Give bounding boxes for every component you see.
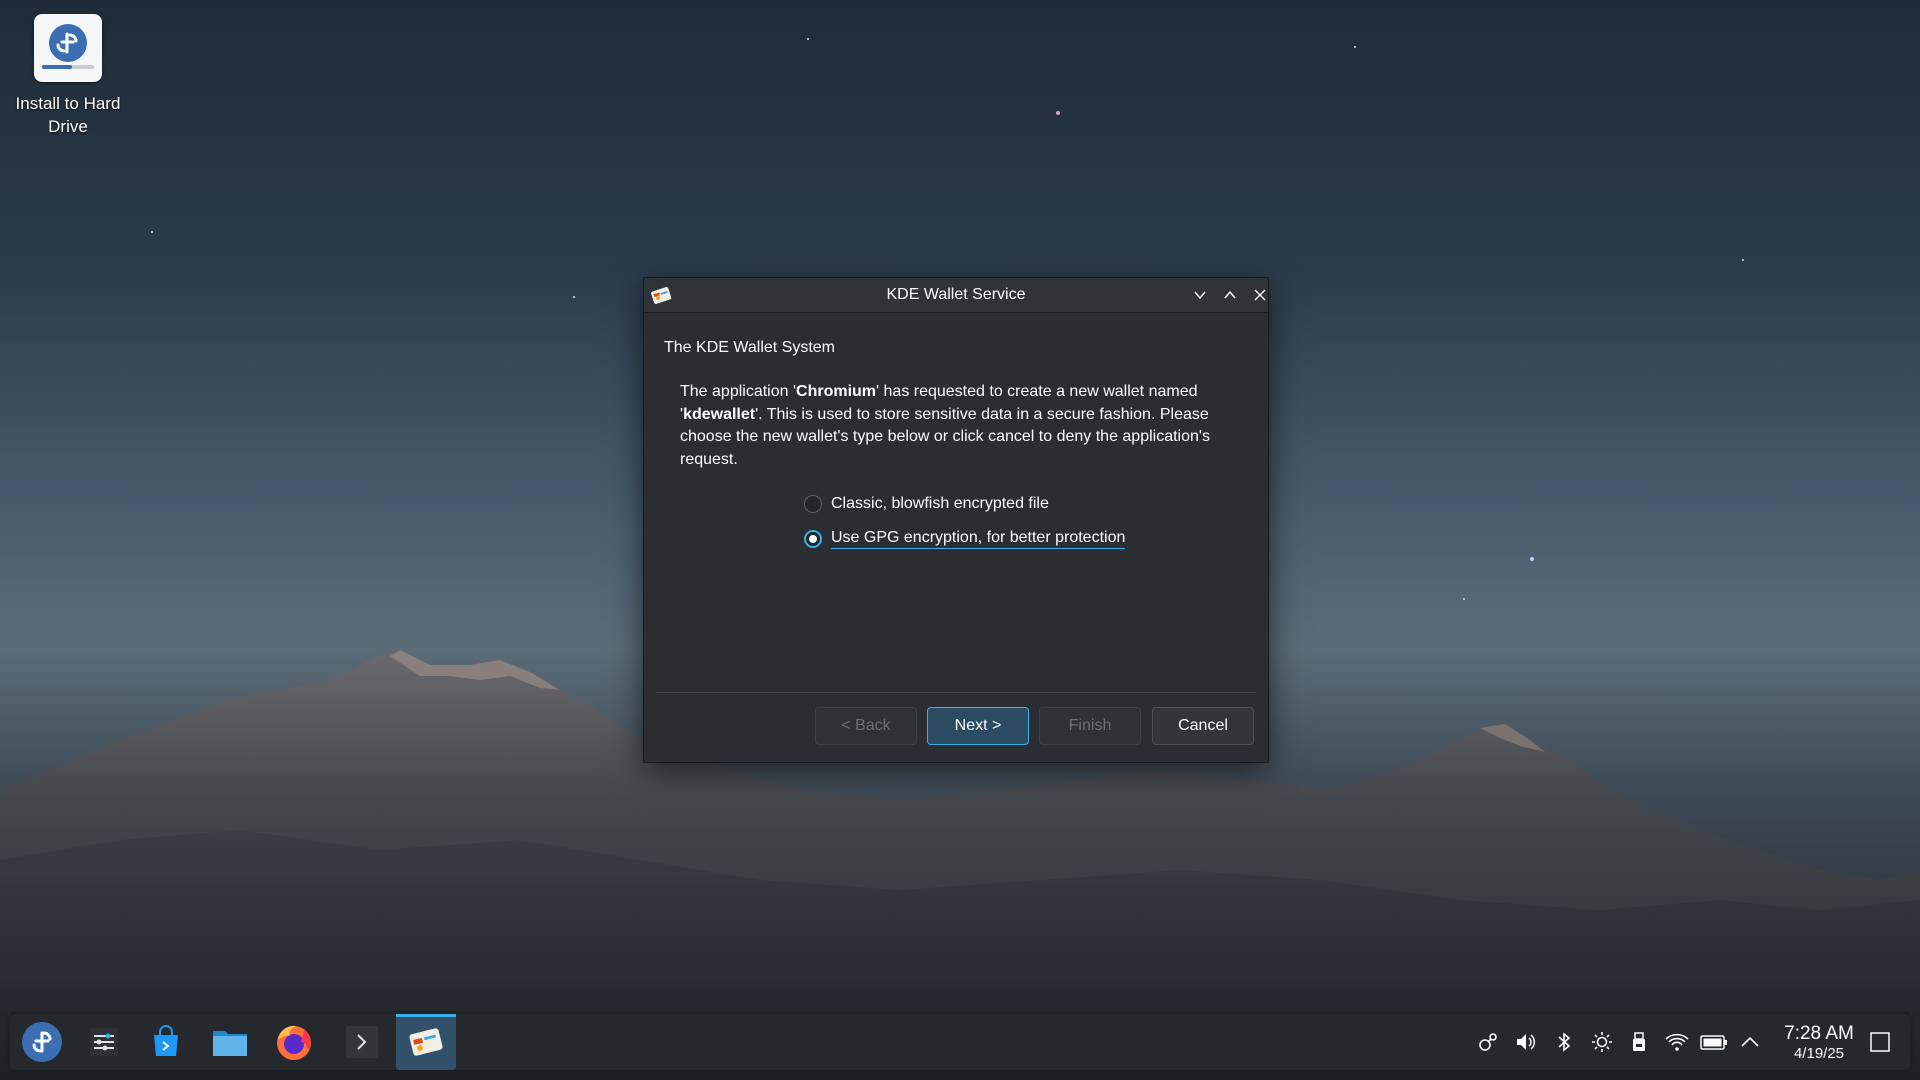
tray-volume[interactable]	[1512, 1028, 1540, 1056]
dialog-content: The KDE Wallet System The application 'C…	[664, 312, 1248, 549]
digital-clock[interactable]: 7:28 AM 4/19/25	[1770, 1023, 1868, 1062]
minimize-button[interactable]	[1190, 285, 1210, 305]
close-icon	[1254, 289, 1266, 301]
fedora-installer-icon	[34, 14, 102, 82]
wallet-type-options: Classic, blowfish encrypted file Use GPG…	[804, 492, 1126, 562]
app-name: Chromium	[796, 383, 877, 400]
task-konsole[interactable]	[332, 1014, 392, 1070]
tray-brightness[interactable]	[1588, 1028, 1616, 1056]
battery-icon	[1700, 1035, 1727, 1050]
kwallet-icon	[409, 1028, 443, 1056]
kde-connect-icon	[1479, 1033, 1497, 1051]
desktop-icon-label: Install to Hard Drive	[15, 94, 121, 136]
wifi-icon	[1665, 1033, 1689, 1051]
bluetooth-icon	[1558, 1032, 1571, 1052]
system-settings-icon	[90, 1028, 118, 1056]
clock-date: 4/19/25	[1793, 1045, 1845, 1062]
taskbar-panel: 7:28 AM 4/19/25	[10, 1014, 1910, 1070]
kde-wallet-dialog: KDE Wallet Service The KDE Wallet System…	[643, 277, 1269, 763]
clock-time: 7:28 AM	[1784, 1023, 1854, 1044]
tray-usb-drive[interactable]	[1625, 1028, 1653, 1056]
button-separator	[656, 692, 1256, 693]
desktop-icon-install[interactable]: Install to Hard Drive	[10, 14, 126, 138]
desktop: Install to Hard Drive KDE Wallet Service	[0, 0, 1920, 1080]
tray-wifi[interactable]	[1663, 1028, 1691, 1056]
task-system-settings[interactable]	[74, 1014, 134, 1070]
brightness-icon	[1592, 1032, 1612, 1052]
message-text: '. This is used to store sensitive data …	[680, 405, 1210, 468]
peek-desktop-button[interactable]	[1866, 1028, 1894, 1056]
discover-store-icon	[154, 1025, 178, 1056]
close-button[interactable]	[1250, 285, 1270, 305]
dolphin-files-icon	[213, 1031, 247, 1056]
radio-button-checked[interactable]	[804, 530, 822, 548]
maximize-button[interactable]	[1220, 285, 1240, 305]
usb-drive-icon	[1633, 1032, 1645, 1051]
option-gpg-encryption[interactable]: Use GPG encryption, for better protectio…	[804, 527, 1126, 551]
tray-kde-connect[interactable]	[1474, 1028, 1502, 1056]
chevron-down-icon	[1194, 291, 1206, 300]
finish-button[interactable]: Finish	[1039, 707, 1141, 745]
application-launcher[interactable]	[12, 1014, 72, 1070]
wallet-name: kdewallet	[683, 405, 756, 423]
show-desktop-icon	[1870, 1032, 1890, 1052]
konsole-terminal-icon	[346, 1026, 378, 1058]
firefox-icon	[277, 1025, 311, 1060]
tray-bluetooth[interactable]	[1550, 1028, 1578, 1056]
option-label: Classic, blowfish encrypted file	[831, 495, 1049, 512]
tray-battery[interactable]	[1700, 1028, 1728, 1056]
volume-icon	[1517, 1034, 1536, 1050]
chevron-up-icon	[1224, 290, 1236, 299]
tray-expand[interactable]	[1736, 1028, 1764, 1056]
chevron-up-icon	[1741, 1036, 1759, 1047]
back-button[interactable]: < Back	[815, 707, 917, 745]
task-discover[interactable]	[136, 1014, 196, 1070]
message-text: The application '	[680, 383, 797, 400]
radio-button[interactable]	[804, 495, 822, 513]
task-kwallet[interactable]	[396, 1014, 456, 1070]
task-dolphin[interactable]	[200, 1014, 260, 1070]
task-firefox[interactable]	[264, 1014, 324, 1070]
cancel-button[interactable]: Cancel	[1152, 707, 1254, 745]
fedora-launcher-icon	[22, 1022, 62, 1062]
wallet-request-message: The application 'Chromium' has requested…	[680, 381, 1236, 471]
option-classic-blowfish[interactable]: Classic, blowfish encrypted file	[804, 492, 1125, 516]
section-title: The KDE Wallet System	[664, 339, 836, 356]
option-label: Use GPG encryption, for better protectio…	[831, 529, 1126, 549]
window-titlebar[interactable]: KDE Wallet Service	[644, 278, 1268, 313]
next-button[interactable]: Next >	[927, 707, 1029, 745]
window-title: KDE Wallet Service	[886, 286, 1026, 303]
